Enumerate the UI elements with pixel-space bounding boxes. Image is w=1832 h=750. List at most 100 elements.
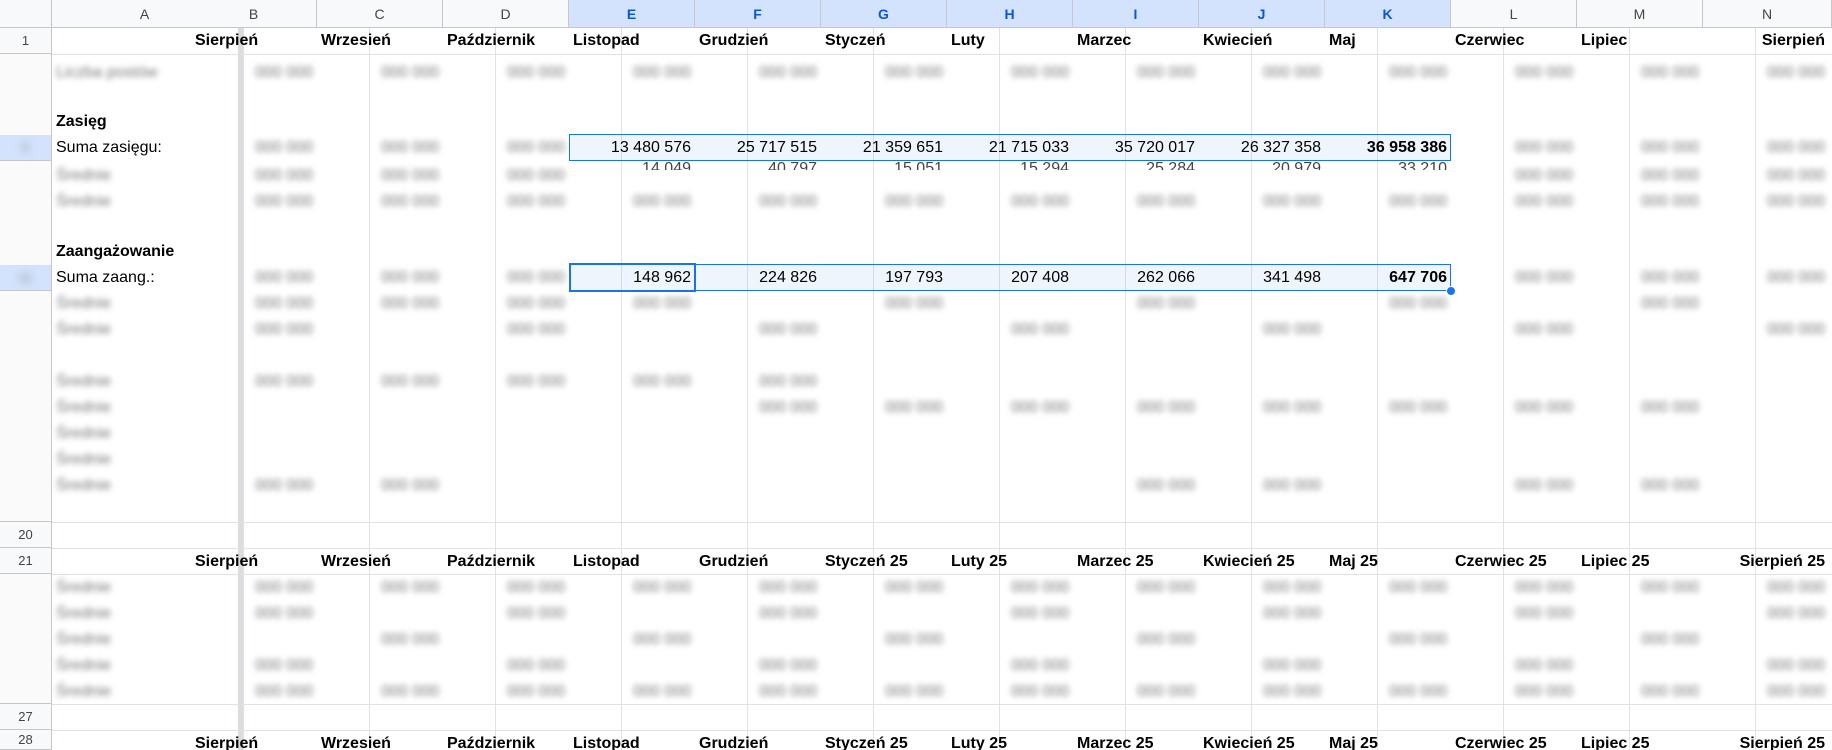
cell-blurred-label: Średnie [56,295,112,312]
cell-zaang-g[interactable]: 197 793 [821,265,947,291]
cell-header[interactable]: Listopad [569,549,695,575]
cell-header[interactable]: Luty 25 [947,731,1073,750]
sheet-grid[interactable]: Sierpień Wrzesień Październik Listopad G… [52,28,1832,750]
column-header-g[interactable]: G [821,0,947,28]
column-header-b[interactable]: B [191,0,317,28]
cell-header[interactable]: Czerwiec 25 [1451,731,1577,750]
cell-header[interactable]: Styczeń 25 [821,731,947,750]
cell-header[interactable]: Wrzesień [317,28,443,54]
cell-header[interactable]: Marzec [1073,28,1199,54]
row-header-27[interactable]: 27 [0,704,52,730]
cell-header[interactable]: Grudzień [695,28,821,54]
cell-header[interactable]: Luty 25 [947,549,1073,575]
cell-header[interactable]: Marzec 25 [1073,549,1199,575]
cell-zasieg-f[interactable]: 25 717 515 [695,135,821,161]
cell-blurred: 000 000 [381,139,439,156]
column-header-label: K [1382,5,1393,22]
label-suma-zaang[interactable]: Suma zaang.: [52,265,186,291]
cell-zaang-e[interactable]: 148 962 [569,265,695,291]
cell-header[interactable]: Grudzień [695,549,821,575]
cell-blurred: 000 000 [381,631,439,648]
cell-zasieg-g[interactable]: 21 359 651 [821,135,947,161]
cell-blurred: 000 000 [1767,167,1825,184]
section-title-zasieg[interactable]: Zasięg [52,109,186,135]
cell-header[interactable]: Czerwiec 25 [1451,549,1577,575]
column-header-n[interactable]: N [1703,0,1832,28]
cell-blurred: 000 000 [255,295,313,312]
row-header-21[interactable]: 21 [0,548,52,574]
cell-header[interactable]: Luty [947,28,1073,54]
cell-header[interactable]: Październik [443,731,569,750]
cell-header[interactable]: Wrzesień [317,731,443,750]
cell-header[interactable]: Wrzesień [317,549,443,575]
row-header-20[interactable]: 20 [0,522,52,548]
cell-header[interactable]: Czerwiec [1451,28,1577,54]
cell-partial: 40 797 [768,161,817,170]
column-header-c[interactable]: C [317,0,443,28]
cell-zasieg-i[interactable]: 35 720 017 [1073,135,1199,161]
cell-blurred: 000 000 [633,64,691,81]
cell-blurred: 000 000 [1641,193,1699,210]
cell-header[interactable]: Lipiec 25 [1577,549,1703,575]
cell-header[interactable]: Maj [1325,28,1451,54]
cell-blurred: 000 000 [1767,269,1825,286]
column-header-d[interactable]: D [443,0,569,28]
cell-header[interactable]: Lipiec [1577,28,1703,54]
cell-blurred: 000 000 [1011,579,1069,596]
cell-zaang-j[interactable]: 341 498 [1199,265,1325,291]
column-header-label: I [1133,5,1138,22]
cell-blurred: 000 000 [507,579,565,596]
cell-zaang-i[interactable]: 262 066 [1073,265,1199,291]
cell-blurred: 000 000 [507,295,565,312]
column-header-l[interactable]: L [1451,0,1577,28]
column-header-j[interactable]: J [1199,0,1325,28]
cell-header[interactable]: Listopad [569,731,695,750]
cell-header[interactable]: Lipiec 25 [1577,731,1703,750]
cell-zasieg-k[interactable]: 36 958 386 [1325,135,1451,161]
cell-zaang-k[interactable]: 647 706 [1325,265,1451,291]
cell-blurred: 000 000 [1515,193,1573,210]
cell-header[interactable]: Październik [443,549,569,575]
cell-header[interactable]: Październik [443,28,569,54]
column-header-m[interactable]: M [1577,0,1703,28]
label-suma-zasiegu[interactable]: Suma zasięgu: [52,135,186,161]
cell-header[interactable]: Grudzień [695,731,821,750]
cell-header[interactable]: Kwiecień 25 [1199,731,1325,750]
cell-zasieg-h[interactable]: 21 715 033 [947,135,1073,161]
column-header-i[interactable]: I [1073,0,1199,28]
cell-header[interactable]: Maj 25 [1325,549,1451,575]
cell-header[interactable]: Sierpień 25 [1703,731,1829,750]
select-all-corner[interactable] [0,0,52,28]
cell-blurred: 000 000 [507,193,565,210]
cell-blurred: 000 000 [381,167,439,184]
cell-zaang-h[interactable]: 207 408 [947,265,1073,291]
cell-zasieg-e[interactable]: 13 480 576 [569,135,695,161]
row-header-zasieg[interactable]: 5 [0,135,52,161]
column-header-e[interactable]: E [569,0,695,28]
cell-blurred: 000 000 [1263,64,1321,81]
section-title-zaangazowanie[interactable]: Zaangażowanie [52,239,186,265]
cell-blurred: 000 000 [1263,605,1321,622]
cell-header[interactable]: Marzec 25 [1073,731,1199,750]
cell-header[interactable]: Sierpień [1703,28,1829,54]
row-header-1[interactable]: 1 [0,28,52,54]
cell-blurred: 000 000 [1389,399,1447,416]
cell-zaang-f[interactable]: 224 826 [695,265,821,291]
cell-header[interactable]: Sierpień [191,731,317,750]
column-header-k[interactable]: K [1325,0,1451,28]
cell-header[interactable]: Styczeń [821,28,947,54]
cell-header[interactable]: Kwiecień 25 [1199,549,1325,575]
row-header-28[interactable]: 28 [0,730,52,750]
cell-blurred-label: Średnie [56,657,112,674]
cell-header[interactable]: Sierpień [191,28,317,54]
cell-header[interactable]: Listopad [569,28,695,54]
cell-header[interactable]: Sierpień 25 [1703,549,1829,575]
cell-header[interactable]: Sierpień [191,549,317,575]
cell-zasieg-j[interactable]: 26 327 358 [1199,135,1325,161]
row-header-zaang[interactable]: 11 [0,265,52,291]
column-header-h[interactable]: H [947,0,1073,28]
cell-header[interactable]: Styczeń 25 [821,549,947,575]
column-header-f[interactable]: F [695,0,821,28]
cell-header[interactable]: Maj 25 [1325,731,1451,750]
cell-header[interactable]: Kwiecień [1199,28,1325,54]
